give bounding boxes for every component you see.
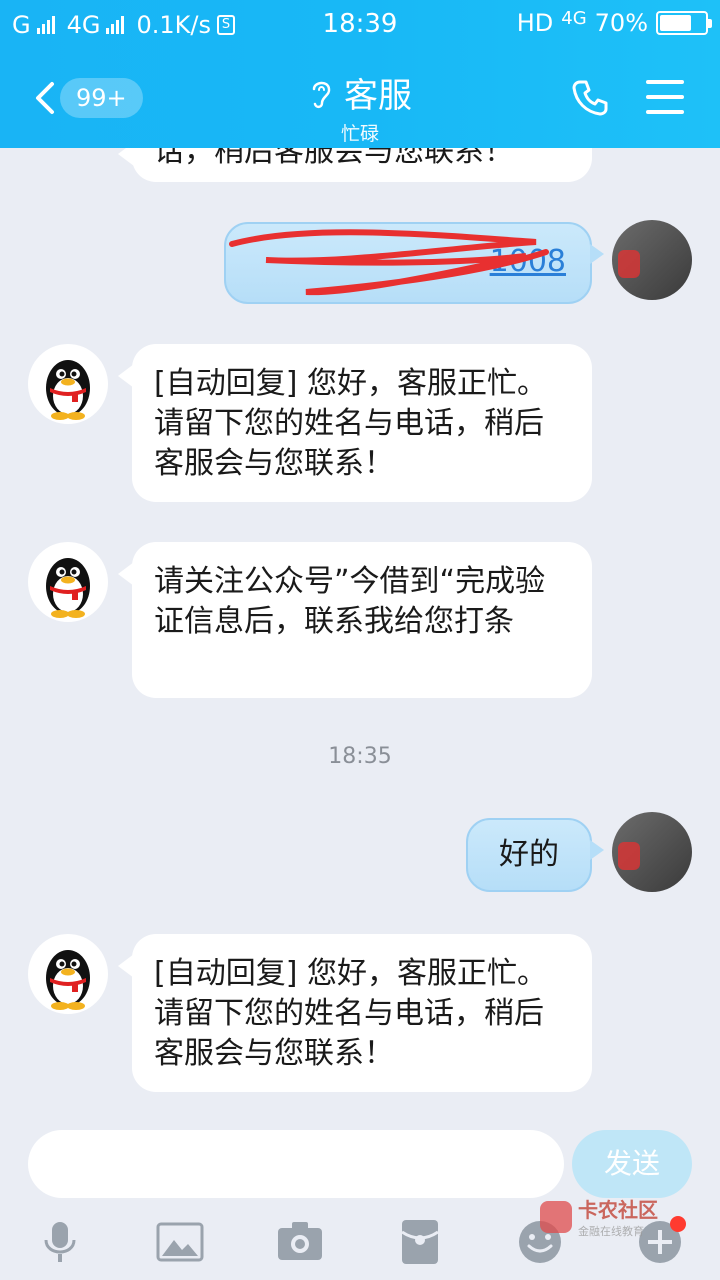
- message-text: 好的: [499, 837, 559, 872]
- microphone-icon[interactable]: [36, 1218, 84, 1266]
- network2-label: 4G: [561, 7, 587, 29]
- image-icon[interactable]: [156, 1218, 204, 1266]
- watermark-title: 卡农社区: [578, 1198, 658, 1222]
- camera-icon[interactable]: [276, 1218, 324, 1266]
- battery-percent: 70%: [594, 9, 648, 37]
- message-text: [自动回复] 您好，客服正忙。请留下您的姓名与电话，稍后客服会与您联系！: [154, 956, 547, 1071]
- message-text: 话，稍后客服会与您联系！: [154, 148, 514, 169]
- user-avatar[interactable]: [612, 220, 692, 300]
- notification-dot: [670, 1216, 686, 1232]
- hd-label: HD: [516, 9, 554, 37]
- status-bar: G 4G 0.1K/s S 18:39 HD 4G 70%: [0, 0, 720, 50]
- message-bubble-self: 好的: [466, 818, 604, 892]
- message-bubble: [自动回复] 您好，客服正忙。请留下您的姓名与电话，稍后客服会与您联系！: [118, 934, 592, 1092]
- menu-icon[interactable]: [646, 80, 684, 114]
- user-avatar[interactable]: [612, 812, 692, 892]
- status-subtitle: 忙碌: [340, 123, 379, 145]
- title-text: 客服: [344, 76, 412, 116]
- watermark: 卡农社区 金融在线教育: [540, 1194, 658, 1239]
- message-bubble: [自动回复] 您好，客服正忙。请留下您的姓名与电话，稍后客服会与您联系！: [118, 344, 592, 502]
- qq-avatar[interactable]: [28, 344, 108, 424]
- phone-icon[interactable]: [570, 78, 610, 118]
- status-right: HD 4G 70%: [516, 7, 712, 37]
- message-text: [自动回复] 您好，客服正忙。请留下您的姓名与电话，稍后客服会与您联系！: [154, 366, 547, 481]
- redaction-scribble: [229, 229, 549, 296]
- chat-area[interactable]: 话，稍后客服会与您联系！ 1008 [自动回复] 您好，客服正忙。请留下您的姓名…: [0, 148, 720, 1110]
- send-button[interactable]: 发送: [572, 1130, 692, 1198]
- battery-fill: [660, 15, 691, 31]
- qq-avatar[interactable]: [28, 934, 108, 1014]
- nav-bar: 99+ 客服 忙碌: [0, 60, 720, 145]
- message-bubble: 请关注公众号”今借到“完成验证信息后，联系我给您打条: [118, 542, 592, 698]
- ear-icon: [312, 81, 331, 108]
- battery-icon: [656, 11, 712, 35]
- message-bubble-self: 1008: [224, 222, 604, 304]
- page-title: 客服: [308, 68, 412, 117]
- top-bar: G 4G 0.1K/s S 18:39 HD 4G 70% 99+ 客服 忙碌: [0, 0, 720, 148]
- qq-penguin-icon: [46, 360, 90, 420]
- qq-penguin-icon: [46, 558, 90, 618]
- watermark-text-block: 卡农社区 金融在线教育: [578, 1194, 658, 1239]
- watermark-logo: [540, 1200, 572, 1233]
- timestamp-label: 18:35: [328, 744, 392, 769]
- message-text: 请关注公众号”今借到“完成验证信息后，联系我给您打条: [154, 564, 546, 639]
- red-packet-icon[interactable]: [396, 1218, 444, 1266]
- title-block: 客服 忙碌: [0, 68, 720, 146]
- qq-avatar[interactable]: [28, 542, 108, 622]
- watermark-subtitle: 金融在线教育: [578, 1225, 644, 1238]
- message-input[interactable]: [28, 1130, 564, 1198]
- qq-penguin-icon: [46, 950, 90, 1010]
- message-bubble: 话，稍后客服会与您联系！: [118, 148, 592, 182]
